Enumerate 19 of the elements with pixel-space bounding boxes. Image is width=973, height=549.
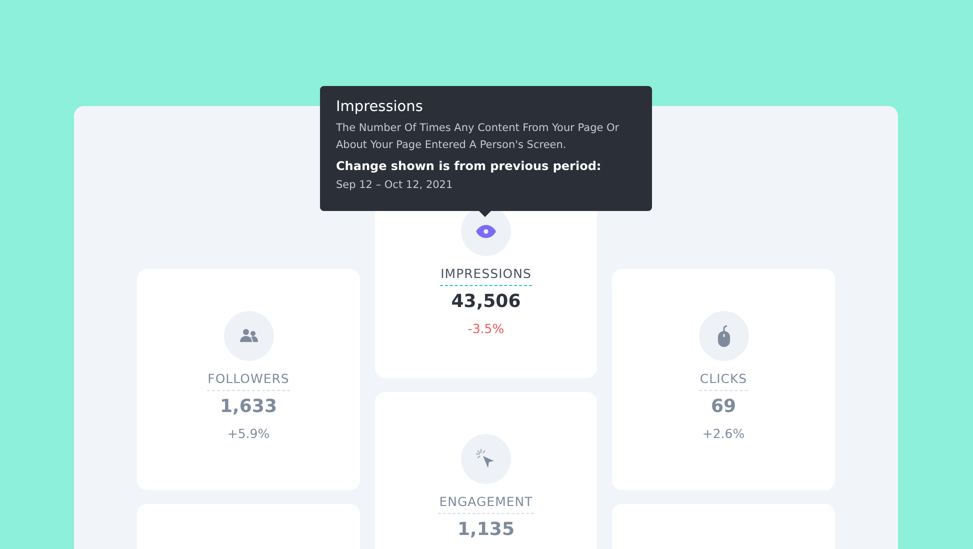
people-icon [238, 328, 258, 344]
stat-card[interactable]: ENGAGEMENT 1,135 [375, 392, 597, 549]
metric-change: +2.6% [702, 426, 745, 441]
metric-label[interactable]: IMPRESSIONS [440, 266, 532, 286]
metric-change: -3.5% [468, 321, 504, 336]
eye-icon [476, 224, 496, 238]
stat-card[interactable]: CLICKS 69 +2.6% [612, 269, 835, 490]
metric-change: +5.9% [227, 426, 270, 441]
tooltip-description: The Number Of Times Any Content From Your Page Or About Your Page Entered A Person's Screen. [336, 121, 620, 153]
tooltip-title: Impressions [336, 99, 424, 115]
stat-card[interactable]: FOLLOWERS 1,633 +5.9% [137, 269, 360, 490]
metric-label[interactable]: FOLLOWERS [206, 371, 290, 391]
metric-value: 1,633 [220, 396, 277, 417]
metric-value: 69 [710, 396, 736, 417]
metric-value: 43,506 [451, 291, 521, 312]
mouse-icon [716, 325, 730, 347]
metric-label[interactable]: ENGAGEMENT [438, 494, 534, 514]
metric-label[interactable]: CLICKS [698, 371, 748, 391]
metric-value: 1,135 [458, 519, 514, 540]
